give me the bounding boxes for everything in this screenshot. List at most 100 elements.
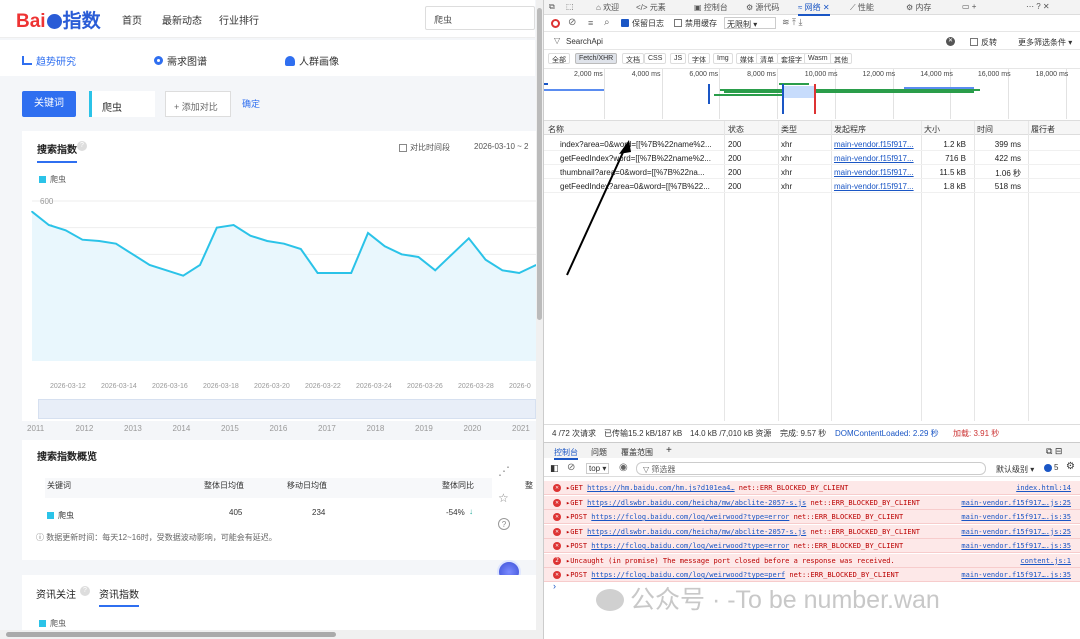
star-icon[interactable]: ☆	[498, 491, 509, 505]
col-status[interactable]: 状态	[728, 124, 744, 135]
console-filter-input[interactable]: ▽ 筛选器	[636, 462, 986, 475]
share-icon[interactable]: ⋰	[498, 464, 510, 478]
clear-icon[interactable]: ⊘	[568, 17, 576, 28]
tab-sources[interactable]: ⚙ 源代码	[746, 2, 779, 13]
site-search-input[interactable]: 爬虫	[425, 6, 535, 30]
console-url[interactable]: https://fclog.baidu.com/log/weirwood?typ…	[591, 542, 789, 550]
type-chip[interactable]: 其他	[830, 53, 852, 64]
data-point[interactable]	[64, 229, 67, 232]
data-point[interactable]	[81, 238, 84, 241]
nav-industry-ranking[interactable]: 行业排行	[219, 12, 259, 27]
console-error-line[interactable]: ✕ ▸GET https://dlswbr.baidu.com/heicha/mw…	[544, 495, 1080, 510]
type-chip[interactable]: 清单	[756, 53, 778, 64]
data-point[interactable]	[316, 272, 319, 274]
sidebar-toggle-icon[interactable]: ◧	[550, 463, 559, 474]
console-source-link[interactable]: main-vendor.f15f917….js:35	[961, 542, 1071, 550]
data-point[interactable]	[417, 256, 420, 258]
subnav-audience[interactable]: 人群画像	[285, 53, 339, 68]
data-point[interactable]	[31, 210, 33, 213]
add-compare-button[interactable]: + 添加对比	[165, 91, 231, 117]
console-source-link[interactable]: content.js:1	[1020, 557, 1071, 565]
col-size[interactable]: 大小	[924, 124, 940, 135]
more-filters-button[interactable]: 更多筛选条件 ▾	[1018, 37, 1072, 48]
data-point[interactable]	[451, 253, 453, 256]
type-chip[interactable]: Fetch/XHR	[575, 53, 618, 64]
type-chip[interactable]: 字体	[688, 53, 710, 64]
type-chip[interactable]: CSS	[644, 53, 667, 64]
add-tab-icon[interactable]: +	[666, 445, 672, 456]
tab-news-attention[interactable]: 资讯关注	[36, 586, 76, 601]
keyword-tab-button[interactable]: 关键词	[22, 91, 76, 117]
console-url[interactable]: https://dlswbr.baidu.com/heicha/mw/abcli…	[587, 528, 806, 536]
console-error-line[interactable]: 2 ▸Uncaught (in promise) The message port…	[544, 553, 1080, 568]
tab-console[interactable]: ▣ 控制台	[694, 2, 728, 13]
console-error-line[interactable]: ✕ ▸GET https://dlswbr.baidu.com/heicha/mw…	[544, 524, 1080, 539]
data-point[interactable]	[165, 269, 168, 272]
filter-icon[interactable]: ≡	[588, 18, 593, 28]
subnav-demand-map[interactable]: 需求图谱	[154, 53, 207, 68]
type-chip[interactable]: Img	[713, 53, 733, 64]
console-source-link[interactable]: main-vendor.f15f917….js:35	[961, 571, 1071, 579]
tab-news-index[interactable]: 资讯指数	[99, 586, 139, 607]
device-toggle-icon[interactable]: ⧉	[549, 2, 555, 12]
compare-period-checkbox[interactable]: 对比时间段	[399, 142, 450, 153]
date-range[interactable]: 2026-03-10 ~ 2	[474, 142, 529, 151]
data-point[interactable]	[333, 272, 336, 274]
data-point[interactable]	[400, 253, 403, 256]
throttle-select[interactable]: 无限制 ▾	[724, 17, 776, 29]
tab-elements[interactable]: </> 元素	[636, 2, 666, 13]
issues-icon[interactable]	[1044, 464, 1052, 472]
data-point[interactable]	[300, 248, 302, 250]
data-point[interactable]	[266, 240, 268, 242]
help-icon[interactable]: ?	[80, 586, 90, 596]
baidu-index-logo[interactable]: Bai 指数	[16, 6, 101, 33]
tab-performance[interactable]: ⟋ 性能	[850, 2, 874, 13]
console-error-line[interactable]: ✕ ▸POST https://fclog.baidu.com/log/weirw…	[544, 539, 1080, 553]
invert-checkbox[interactable]	[970, 38, 978, 46]
tab-memory[interactable]: ⚙ 内存	[906, 2, 931, 13]
tab-welcome[interactable]: ⌂ 欢迎	[596, 2, 619, 13]
confirm-link[interactable]: 确定	[242, 97, 260, 110]
help-icon[interactable]: ?	[77, 141, 87, 151]
clear-filter-icon[interactable]: ✕	[946, 37, 955, 46]
data-point[interactable]	[484, 258, 487, 261]
console-url[interactable]: https://dlswbr.baidu.com/heicha/mw/abcli…	[587, 499, 806, 507]
console-source-link[interactable]: main-vendor.f15f917….js:35	[961, 513, 1071, 521]
data-point[interactable]	[148, 264, 151, 266]
type-chip[interactable]: 文档	[622, 53, 644, 64]
data-point[interactable]	[48, 224, 50, 226]
data-point[interactable]	[384, 245, 386, 248]
data-point[interactable]	[518, 272, 520, 274]
data-point[interactable]	[216, 226, 218, 229]
data-point[interactable]	[434, 269, 437, 272]
disable-cache-checkbox[interactable]	[674, 19, 682, 27]
console-source-link[interactable]: index.html:14	[1016, 484, 1071, 492]
data-point[interactable]	[98, 240, 100, 242]
type-chip[interactable]: Wasm	[804, 53, 832, 64]
nav-home[interactable]: 首页	[122, 12, 142, 27]
keyword-chip[interactable]: 爬虫	[89, 91, 155, 117]
page-scroll-thumb[interactable]	[537, 8, 542, 320]
data-point[interactable]	[249, 234, 252, 237]
devtools-menu-icons[interactable]: ⋯ ? ✕	[1026, 2, 1050, 11]
type-chip[interactable]: JS	[670, 53, 687, 64]
filter-input[interactable]: SearchApi	[566, 37, 956, 46]
preserve-log-checkbox[interactable]	[621, 19, 629, 27]
drawer-tab-console[interactable]: 控制台	[554, 447, 578, 460]
col-initiator[interactable]: 发起程序	[834, 124, 866, 135]
request-initiator[interactable]: main-vendor.f15f917...	[834, 182, 919, 191]
col-fulfilled-by[interactable]: 履行者	[1031, 124, 1055, 135]
console-url[interactable]: https://hm.baidu.com/hm.js?d101ea4…	[587, 484, 735, 492]
console-source-link[interactable]: main-vendor.f15f917….js:25	[961, 528, 1071, 536]
timeline-slider[interactable]	[38, 399, 536, 419]
data-point[interactable]	[501, 269, 504, 272]
search-icon[interactable]: ⌕	[604, 17, 610, 28]
col-type[interactable]: 类型	[781, 124, 797, 135]
request-initiator[interactable]: main-vendor.f15f917...	[834, 168, 919, 177]
data-point[interactable]	[367, 232, 369, 234]
data-point[interactable]	[350, 272, 353, 274]
data-point[interactable]	[115, 242, 117, 245]
data-point[interactable]	[283, 242, 285, 245]
page-hscroll-thumb[interactable]	[6, 632, 336, 637]
request-initiator[interactable]: main-vendor.f15f917...	[834, 154, 919, 163]
